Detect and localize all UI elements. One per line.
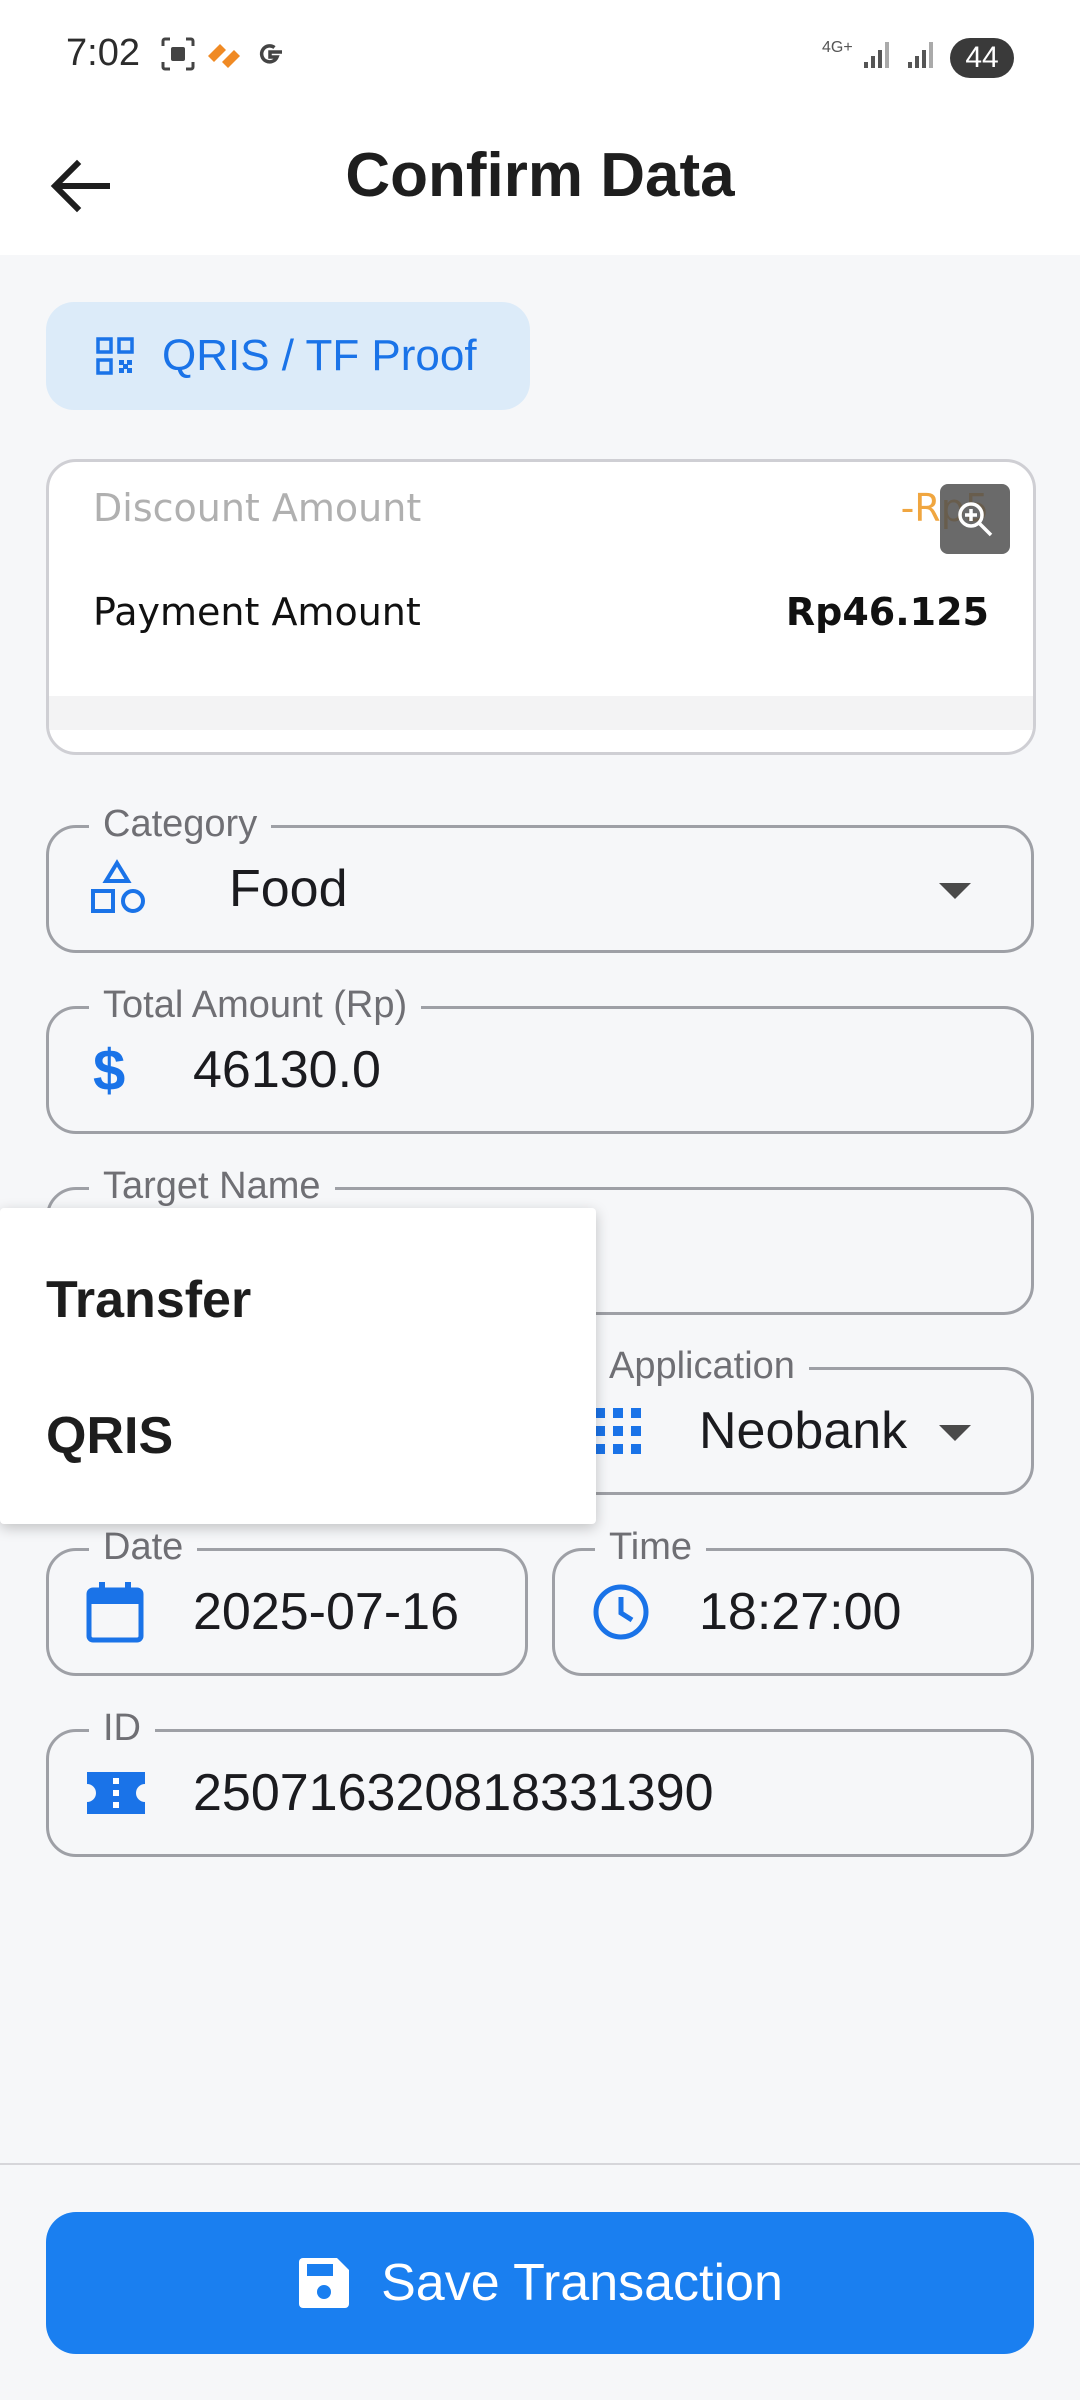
shapes-icon: [87, 828, 147, 950]
proof-button[interactable]: QRIS / TF Proof: [46, 302, 530, 410]
time-field[interactable]: Time 18:27:00: [552, 1523, 1034, 1676]
bottom-divider: [0, 2163, 1080, 2165]
save-icon: [297, 2256, 351, 2310]
app-notification-icon: [204, 36, 244, 77]
proof-button-label: QRIS / TF Proof: [162, 331, 477, 380]
discount-label: Discount Amount: [93, 486, 422, 530]
id-field[interactable]: ID 250716320818331390: [46, 1704, 1034, 1857]
save-button-label: Save Transaction: [381, 2254, 783, 2312]
preview-strip: [49, 696, 1033, 730]
chevron-down-icon: [939, 1425, 971, 1441]
menu-item-qris[interactable]: QRIS: [46, 1406, 173, 1466]
app-bar: Confirm Data: [0, 118, 1080, 255]
time-value: 18:27:00: [699, 1583, 902, 1641]
chevron-down-icon: [939, 883, 971, 899]
payment-row: Payment Amount Rp46.125: [93, 590, 989, 634]
date-value: 2025-07-16: [193, 1583, 459, 1641]
category-field[interactable]: Category Food: [46, 800, 1034, 953]
zoom-in-icon: [958, 502, 993, 537]
date-field[interactable]: Date 2025-07-16: [46, 1523, 528, 1676]
menu-item-transfer[interactable]: Transfer: [46, 1270, 251, 1330]
receipt-preview[interactable]: Discount Amount -Rp5 Payment Amount Rp46…: [46, 459, 1036, 755]
payment-value: Rp46.125: [785, 590, 989, 634]
status-time: 7:02: [66, 32, 140, 74]
application-field[interactable]: Application Neobank: [552, 1342, 1034, 1495]
discount-row: Discount Amount -Rp5: [93, 486, 989, 530]
screenshot-icon: [160, 36, 196, 77]
signal-icon: [862, 36, 946, 77]
category-value: Food: [229, 860, 348, 918]
network-type: 4G+: [822, 39, 853, 56]
dollar-icon: $: [93, 1037, 126, 1103]
page-title: Confirm Data: [345, 141, 735, 210]
target-name-label: Target Name: [89, 1162, 335, 1210]
battery-icon: 44: [950, 38, 1014, 78]
application-value: Neobank: [699, 1402, 908, 1460]
total-amount-value: 46130.0: [193, 1041, 381, 1099]
save-transaction-button[interactable]: Save Transaction: [46, 2212, 1034, 2354]
status-bar: 7:02 4G+ 44: [0, 0, 1080, 118]
calendar-icon: [85, 1551, 145, 1673]
qr-code-icon: [96, 337, 134, 375]
clock-icon: [591, 1551, 651, 1673]
zoom-button[interactable]: [940, 484, 1010, 554]
ticket-icon: [85, 1732, 147, 1854]
google-icon: [252, 36, 288, 77]
apps-grid-icon: [593, 1370, 643, 1492]
payment-label: Payment Amount: [93, 590, 421, 634]
battery-level: 44: [965, 41, 999, 74]
payment-type-menu: Transfer QRIS: [0, 1208, 596, 1524]
id-value: 250716320818331390: [193, 1764, 714, 1822]
total-amount-field[interactable]: Total Amount (Rp) $ 46130.0: [46, 981, 1034, 1134]
